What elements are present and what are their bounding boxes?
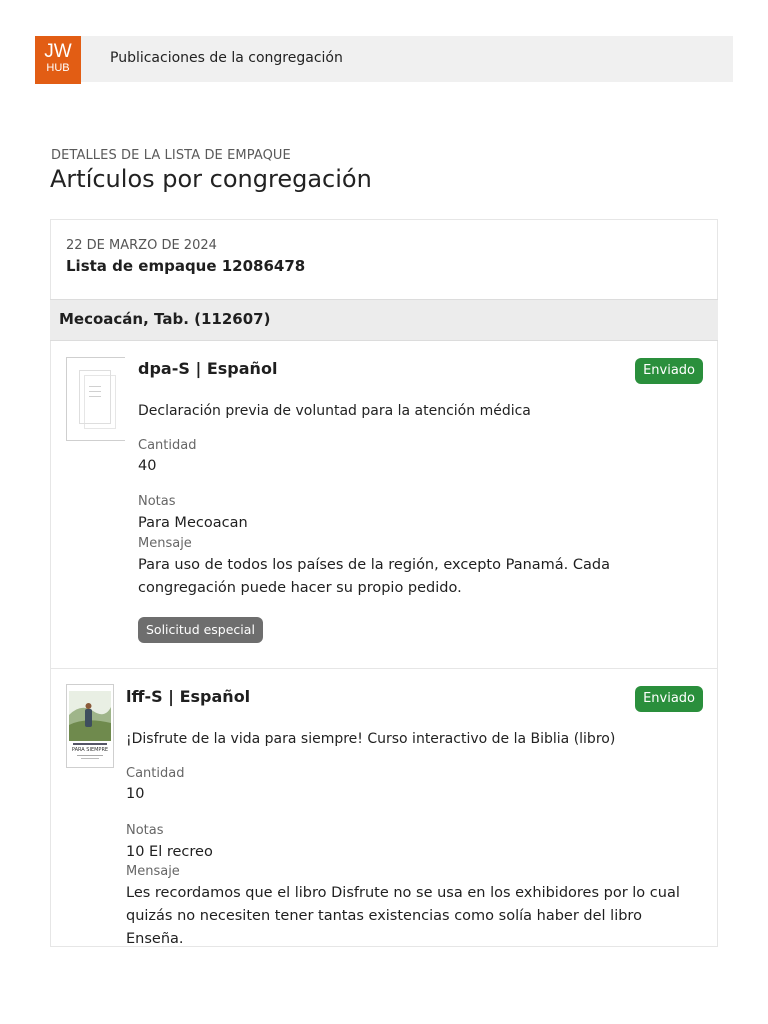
list-item: dpa-S | Español Enviado Declaración prev… (51, 341, 717, 669)
notes-label: Notas (126, 823, 164, 838)
item-title: dpa-S | Español (138, 359, 278, 378)
logo-line-2: HUB (46, 62, 70, 74)
page-overline: DETALLES DE LA LISTA DE EMPAQUE (51, 148, 291, 163)
item-title: lff-S | Español (126, 687, 251, 706)
notes-label: Notas (138, 494, 176, 509)
quantity-label: Cantidad (138, 438, 197, 453)
packing-list-card: 22 DE MARZO DE 2024 Lista de empaque 120… (50, 219, 718, 947)
quantity-value: 10 (126, 786, 145, 802)
packing-list-date: 22 DE MARZO DE 2024 (66, 238, 217, 253)
quantity-value: 40 (138, 458, 157, 474)
item-description: Declaración previa de voluntad para la a… (138, 403, 531, 419)
notes-value: 10 El recreo (126, 844, 213, 860)
logo-line-1: JW (44, 41, 72, 62)
message-label: Mensaje (138, 536, 192, 551)
svg-text:PARA SIEMPRE: PARA SIEMPRE (72, 747, 108, 753)
message-label: Mensaje (126, 864, 180, 879)
message-text: Para uso de todos los países de la regió… (138, 557, 610, 596)
status-badge: Enviado (635, 358, 703, 384)
top-bar: JW HUB Publicaciones de la congregación (35, 36, 733, 84)
status-badge: Enviado (635, 686, 703, 712)
packing-list-title: Lista de empaque 12086478 (66, 257, 306, 275)
page-title: Artículos por congregación (50, 165, 372, 193)
special-request-tag: Solicitud especial (138, 617, 263, 643)
jw-hub-logo[interactable]: JW HUB (35, 36, 81, 84)
congregation-header: Mecoacán, Tab. (112607) (50, 299, 718, 341)
message-text: Les recordamos que el libro Disfrute no … (126, 885, 680, 947)
book-cover-image: PARA SIEMPRE (66, 684, 114, 768)
item-description: ¡Disfrute de la vida para siempre! Curso… (126, 731, 616, 747)
congregation-name: Mecoacán, Tab. (112607) (59, 310, 271, 328)
notes-value: Para Mecoacan (138, 515, 248, 531)
quantity-label: Cantidad (126, 766, 185, 781)
app-title[interactable]: Publicaciones de la congregación (110, 50, 343, 66)
list-item: PARA SIEMPRE lff-S | Español Enviado ¡Di… (51, 669, 717, 947)
packing-list-header: 22 DE MARZO DE 2024 Lista de empaque 120… (51, 220, 717, 291)
document-icon (66, 357, 125, 441)
